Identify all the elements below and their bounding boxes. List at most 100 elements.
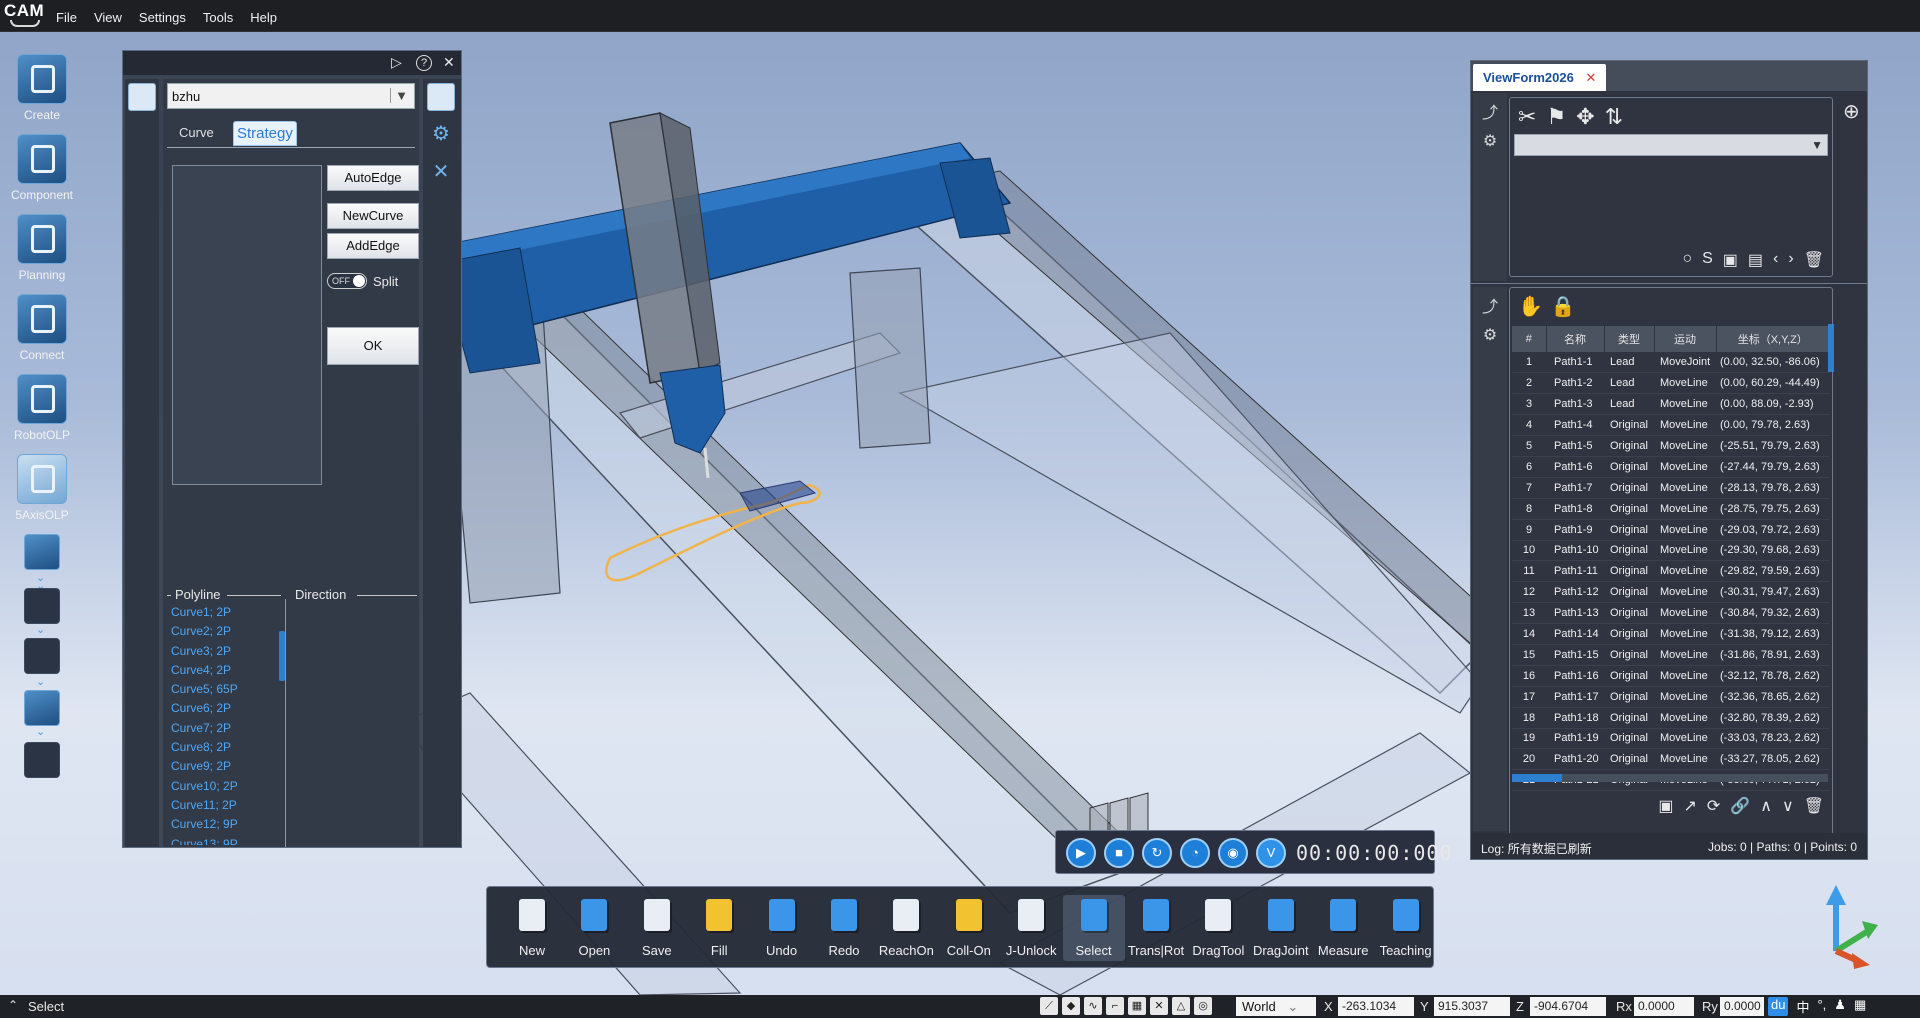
export-icon[interactable]: [24, 690, 60, 726]
chevron-down-icon[interactable]: ∨: [1782, 796, 1794, 816]
menu-help[interactable]: Help: [250, 10, 277, 25]
timer-icon[interactable]: ◔: [1180, 838, 1210, 868]
import-icon[interactable]: ▤: [1748, 250, 1763, 270]
flag-icon[interactable]: ⚑: [1546, 104, 1566, 130]
chevron-up-icon[interactable]: ∧: [1760, 796, 1772, 816]
j-unlock-button[interactable]: J-Unlock: [1000, 895, 1062, 958]
table-row[interactable]: 6 Path1-6 Original MoveLine (-27.44, 79.79, …: [1512, 456, 1830, 478]
point-settings-icon[interactable]: ⚙: [1477, 325, 1503, 349]
trash-icon[interactable]: 🗑: [1804, 250, 1824, 270]
tab-viewform[interactable]: ViewForm2026 ✕: [1473, 64, 1607, 91]
refresh-icon[interactable]: ○: [1682, 250, 1692, 270]
hand-lock-icon[interactable]: 🔒: [1551, 294, 1576, 319]
chevron-left-icon[interactable]: ‹: [1773, 250, 1778, 270]
table-row[interactable]: 20 Path1-20 Original MoveLine (-33.27, 78.05…: [1512, 748, 1830, 771]
teaching-button[interactable]: Teaching: [1375, 895, 1437, 958]
path-settings-icon[interactable]: ⚙: [1477, 131, 1503, 155]
hand-grab-icon[interactable]: ✋: [1518, 294, 1543, 319]
play-icon[interactable]: ▷: [391, 54, 402, 71]
job-combo[interactable]: bzhu ▼: [167, 83, 415, 109]
table-row[interactable]: 12 Path1-12 Original MoveLine (-30.31, 79.47…: [1512, 581, 1830, 604]
table-row[interactable]: 3 Path1-3 Lead MoveLine (0.00, 88.09, -2.93): [1512, 393, 1830, 416]
list-item[interactable]: Curve7; 2P: [171, 721, 281, 740]
list-item[interactable]: Curve1; 2P: [171, 605, 281, 624]
list-item[interactable]: Curve6; 2P: [171, 701, 281, 720]
ime-chinese[interactable]: 中: [1796, 997, 1809, 1016]
edge-listbox[interactable]: [172, 165, 322, 485]
dragtool-button[interactable]: DragTool: [1187, 895, 1249, 958]
column-header[interactable]: 坐标（X,Y,Z）: [1716, 326, 1830, 352]
expand-icon[interactable]: ⌃: [8, 998, 18, 1012]
menu-view[interactable]: View: [94, 10, 122, 25]
column-header[interactable]: #: [1512, 326, 1547, 352]
table-row[interactable]: 5 Path1-5 Original MoveLine (-25.51, 79.79, …: [1512, 435, 1830, 457]
snap-edge-icon[interactable]: ⟋: [1040, 997, 1058, 1015]
new-curve-button[interactable]: NewCurve: [327, 203, 419, 229]
list-item[interactable]: Curve4; 2P: [171, 663, 281, 682]
job-select[interactable]: ▼: [1514, 134, 1828, 156]
table-scrollbar[interactable]: [1828, 324, 1834, 372]
robot-olp-tool[interactable]: RobotOLP: [0, 374, 84, 442]
tab-strategy[interactable]: Strategy: [233, 121, 297, 146]
add-edge-button[interactable]: AddEdge: [327, 233, 419, 259]
export-icon[interactable]: ▣: [1658, 796, 1673, 816]
help-icon[interactable]: ?: [416, 55, 432, 71]
new-button[interactable]: New: [501, 895, 563, 958]
grid-menu-icon[interactable]: ▦: [1854, 997, 1866, 1016]
table-row[interactable]: 18 Path1-18 Original MoveLine (-32.80, 78.39…: [1512, 707, 1830, 729]
curve-tool-icon[interactable]: ↗: [1684, 796, 1697, 816]
speed-icon[interactable]: ◉: [1218, 838, 1248, 868]
user-icon[interactable]: ♟: [1834, 997, 1846, 1016]
save-button[interactable]: Save: [626, 895, 688, 958]
move-icon[interactable]: ✥: [1576, 104, 1594, 130]
table-row[interactable]: 15 Path1-15 Original MoveLine (-31.86, 78.91…: [1512, 644, 1830, 666]
sort-icon[interactable]: ⇅: [1605, 104, 1623, 130]
table-row[interactable]: 16 Path1-16 Original MoveLine (-32.12, 78.78…: [1512, 665, 1830, 687]
table-row[interactable]: 9 Path1-9 Original MoveLine (-29.03, 79.72, …: [1512, 519, 1830, 541]
split-toggle[interactable]: OFF: [327, 273, 367, 289]
five-axis-olp-tool[interactable]: 5AxisOLP: [0, 454, 84, 522]
chevron-right-icon[interactable]: ›: [1788, 250, 1793, 270]
list-item[interactable]: Curve11; 2P: [171, 798, 281, 817]
coll-on-button[interactable]: Coll-On: [938, 895, 1000, 958]
tab-curve[interactable]: Curve: [179, 125, 214, 140]
close-icon[interactable]: ✕: [443, 54, 455, 71]
add-path-icon[interactable]: ⤴: [1477, 99, 1503, 123]
add-point-icon[interactable]: ⤴: [1477, 293, 1503, 317]
table-row[interactable]: 10 Path1-10 Original MoveLine (-29.30, 79.68…: [1512, 540, 1830, 562]
undo-button[interactable]: Undo: [751, 895, 813, 958]
reachon-button[interactable]: ReachOn: [875, 895, 937, 958]
auto-edge-button[interactable]: AutoEdge: [327, 165, 419, 191]
robot-arm-icon[interactable]: [427, 83, 455, 111]
snap-eye-icon[interactable]: ◎: [1194, 997, 1212, 1015]
table-row[interactable]: 14 Path1-14 Original MoveLine (-31.38, 79.12…: [1512, 623, 1830, 645]
table-row[interactable]: 7 Path1-7 Original MoveLine (-28.13, 79.78, …: [1512, 477, 1830, 499]
connect-tool[interactable]: Connect: [0, 294, 84, 362]
open-button[interactable]: Open: [563, 895, 625, 958]
link-icon[interactable]: 🔗: [1730, 796, 1750, 816]
gear-target-icon[interactable]: [24, 638, 60, 674]
scissors-icon[interactable]: ✂: [1518, 104, 1536, 130]
s-curve-icon[interactable]: S: [1702, 250, 1713, 270]
column-header[interactable]: 名称: [1546, 326, 1605, 352]
table-row[interactable]: 11 Path1-11 Original MoveLine (-29.82, 79.59…: [1512, 560, 1830, 583]
target-icon[interactable]: ⊕: [1843, 99, 1860, 124]
snap-triangle-icon[interactable]: △: [1172, 997, 1190, 1015]
snap-cross-icon[interactable]: ✕: [1150, 997, 1168, 1015]
snap-face-icon[interactable]: ◆: [1062, 997, 1080, 1015]
frame-select[interactable]: World ⌄: [1236, 997, 1316, 1016]
list-item[interactable]: Curve8; 2P: [171, 740, 281, 759]
refresh-icon[interactable]: ⟳: [1707, 796, 1720, 816]
list-item[interactable]: Curve13; 9P: [171, 837, 281, 845]
list-item[interactable]: Curve9; 2P: [171, 759, 281, 778]
list-item[interactable]: Curve12; 9P: [171, 817, 281, 836]
trash-icon[interactable]: 🗑: [1804, 796, 1824, 816]
robot-config-icon[interactable]: [128, 83, 156, 111]
trash-icon[interactable]: [24, 742, 60, 778]
fill-button[interactable]: Fill: [688, 895, 750, 958]
cross-tools-icon[interactable]: ✕: [427, 159, 455, 187]
select-button[interactable]: Select: [1062, 895, 1125, 961]
list-item[interactable]: Curve10; 2P: [171, 779, 281, 798]
loop-icon[interactable]: ↻: [1142, 838, 1172, 868]
menu-tools[interactable]: Tools: [203, 10, 233, 25]
